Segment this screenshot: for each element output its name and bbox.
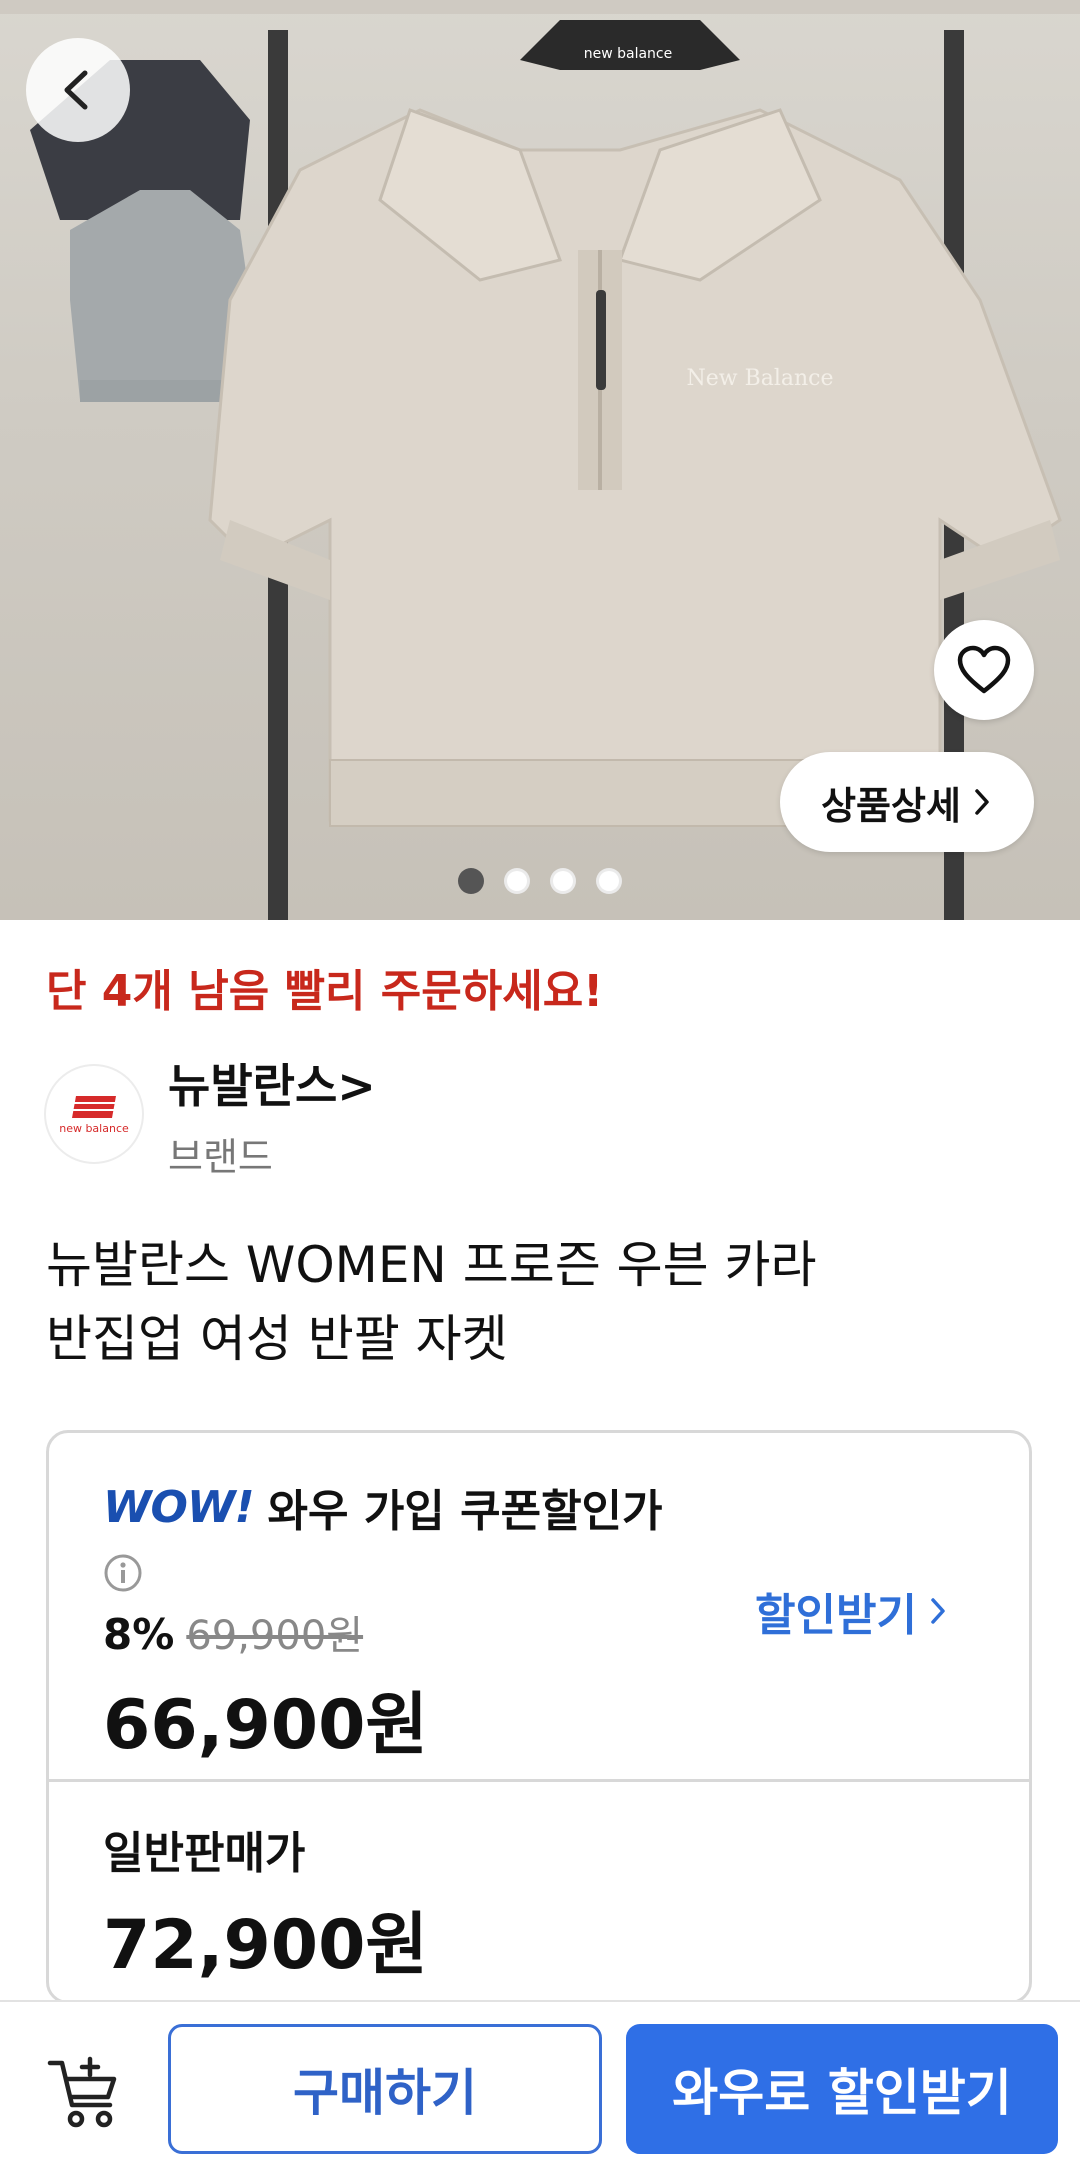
pagination-dot[interactable] <box>596 868 622 894</box>
brand-type-label: 브랜드 <box>168 1135 273 1179</box>
heart-icon <box>957 645 1011 694</box>
product-title-line: 뉴발란스 WOMEN 프로즌 우븐 카라 <box>46 1236 817 1294</box>
product-detail-button[interactable]: 상품상세 <box>780 752 1034 852</box>
chevron-left-icon <box>64 70 88 110</box>
gallery-pagination <box>0 868 1080 898</box>
get-discount-label: 할인받기 <box>755 1590 917 1641</box>
get-discount-link[interactable]: 할인받기 <box>755 1579 949 1643</box>
chevron-right-icon <box>975 789 989 815</box>
discount-row: 8% 69,900원 <box>103 1603 363 1661</box>
sale-price: 66,900원 <box>103 1686 428 1765</box>
product-image-gallery[interactable]: New Balance new balance 상품상세 <box>0 0 1080 920</box>
pagination-dot[interactable] <box>504 868 530 894</box>
brand-chevron-icon: > <box>337 1059 376 1113</box>
chevron-right-icon <box>931 1598 945 1624</box>
hanger-brand-text: new balance <box>584 46 673 62</box>
info-icon[interactable] <box>103 1553 143 1597</box>
pagination-dot[interactable] <box>550 868 576 894</box>
brand-logo-text: new balance <box>59 1121 129 1135</box>
shirt-logo-text: New Balance <box>686 366 833 391</box>
wow-coupon-label: 와우 가입 쿠폰할인가 <box>267 1486 663 1537</box>
buy-button[interactable]: 구매하기 <box>168 2024 602 2154</box>
brand-logo[interactable]: new balance <box>44 1064 144 1164</box>
discount-percent: 8% <box>103 1610 175 1659</box>
product-detail-label: 상품상세 <box>821 783 961 828</box>
wow-coupon-row: WOW! 와우 가입 쿠폰할인가 <box>103 1475 663 1539</box>
normal-price-label: 일반판매가 <box>103 1828 306 1879</box>
product-title-line: 반집업 여성 반팔 자켓 <box>46 1310 508 1368</box>
stock-notice: 단 4개 남음 빨리 주문하세요! <box>46 966 604 1017</box>
brand-name: 뉴발란스 <box>168 1059 338 1113</box>
brand-link[interactable]: 뉴발란스> <box>168 1050 376 1116</box>
favorite-button[interactable] <box>934 620 1034 720</box>
bottom-action-bar: 구매하기 와우로 할인받기 <box>0 2000 1080 2179</box>
new-balance-logo-icon <box>70 1095 118 1118</box>
price-box: WOW! 와우 가입 쿠폰할인가 8% 69,900원 66,900원 할인받기… <box>46 1430 1032 2004</box>
wow-logo: WOW! <box>103 1481 255 1533</box>
original-price: 69,900원 <box>186 1613 364 1659</box>
product-title: 뉴발란스 WOMEN 프로즌 우븐 카라 반집업 여성 반팔 자켓 <box>46 1228 1046 1376</box>
wow-discount-button[interactable]: 와우로 할인받기 <box>626 2024 1058 2154</box>
pagination-dot[interactable] <box>458 868 484 894</box>
divider <box>49 1779 1029 1782</box>
back-button[interactable] <box>26 38 130 142</box>
add-to-cart-button[interactable] <box>44 2052 124 2132</box>
normal-price: 72,900원 <box>103 1906 428 1985</box>
cart-add-icon <box>47 2056 117 2128</box>
